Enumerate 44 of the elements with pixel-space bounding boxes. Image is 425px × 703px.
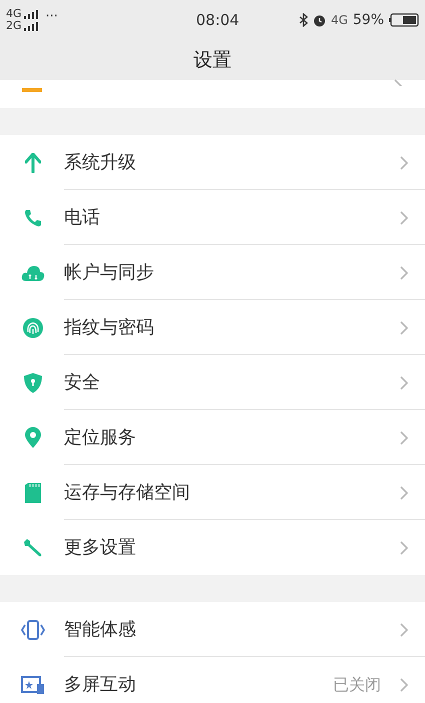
settings-item[interactable]: 更多设置 xyxy=(0,520,425,575)
memory-card-icon xyxy=(24,482,42,504)
phone-icon xyxy=(23,208,43,228)
fingerprint-icon xyxy=(22,316,44,338)
screen-cast-icon xyxy=(21,674,45,694)
item-label: 智能体感 xyxy=(64,618,136,642)
signal-icon xyxy=(24,22,38,30)
settings-item[interactable]: 运存与存储空间 xyxy=(0,465,425,520)
settings-item[interactable]: 多屏互动 已关闭 xyxy=(0,657,425,703)
shield-icon xyxy=(23,372,43,394)
time-label: 08:04 xyxy=(196,10,240,31)
item-label: 帐户与同步 xyxy=(64,261,154,285)
alarm-clock-icon xyxy=(312,14,326,26)
location-pin-icon xyxy=(24,426,42,448)
phone-tilt-icon xyxy=(21,618,45,640)
item-label: 定位服务 xyxy=(64,426,136,450)
item-label: 运存与存储空间 xyxy=(64,481,190,505)
bluetooth-icon xyxy=(298,13,308,27)
item-label: 安全 xyxy=(64,371,100,395)
cloud-icon xyxy=(21,264,45,282)
item-label: 电话 xyxy=(64,206,100,230)
settings-item[interactable]: 电话 xyxy=(0,190,425,245)
item-label: 更多设置 xyxy=(64,536,136,560)
settings-item[interactable]: 定位服务 xyxy=(0,410,425,465)
more-indicator: ··· xyxy=(46,8,58,26)
settings-item[interactable]: 系统升级 xyxy=(0,135,425,190)
item-label: 系统升级 xyxy=(64,151,136,175)
bar-icon xyxy=(22,88,42,92)
network-label: 4G xyxy=(6,8,22,20)
settings-item[interactable]: 智能体感 xyxy=(0,602,425,657)
network-label: 4G xyxy=(330,12,348,29)
settings-item[interactable]: 帐户与同步 xyxy=(0,245,425,300)
battery-icon xyxy=(389,13,419,27)
network-label: 2G xyxy=(6,20,22,32)
page-title: 设置 xyxy=(194,48,232,73)
settings-item[interactable]: 指纹与密码 xyxy=(0,300,425,355)
signal-icon xyxy=(24,10,38,18)
item-value: 已关闭 xyxy=(333,674,381,696)
up-arrow-icon xyxy=(25,152,41,172)
wrench-icon xyxy=(22,536,44,558)
item-label: 指纹与密码 xyxy=(64,316,154,340)
battery-percent: 59% xyxy=(352,10,384,30)
item-label: 多屏互动 xyxy=(64,673,136,697)
settings-item[interactable]: 安全 xyxy=(0,355,425,410)
